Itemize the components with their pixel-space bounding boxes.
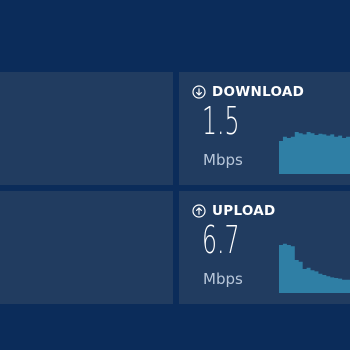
upload-unit: Mbps [203,270,243,288]
download-sparkline-area [279,132,350,174]
download-label-row: DOWNLOAD [192,84,304,100]
download-value: 1.5 [202,99,240,143]
download-label: DOWNLOAD [212,84,305,100]
empty-tile-bottom [0,191,173,304]
empty-tile-top [0,72,173,185]
upload-label: UPLOAD [212,203,276,219]
upload-value: 6.7 [202,218,240,262]
upload-speed-tile[interactable]: UPLOAD 6.7 Mbps [179,191,350,304]
upload-label-row: UPLOAD [192,203,276,219]
upload-sparkline-area [279,243,350,293]
upload-sparkline [279,243,350,293]
download-sparkline [279,132,350,174]
arrow-up-circle-icon [192,204,206,218]
download-unit: Mbps [203,151,243,169]
download-speed-tile[interactable]: DOWNLOAD 1.5 Mbps [179,72,350,185]
arrow-down-circle-icon [192,85,206,99]
